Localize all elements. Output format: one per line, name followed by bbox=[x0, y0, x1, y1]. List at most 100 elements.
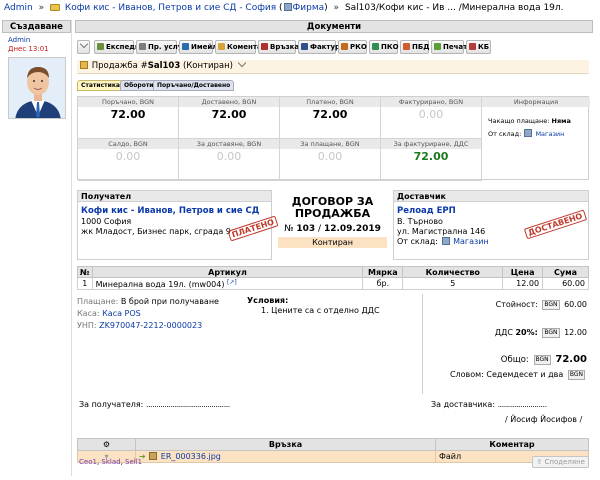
toolbar-button-bank[interactable]: ПБД bbox=[400, 40, 429, 54]
breadcrumb-document: Sal103/Кофи кис - Ив ... /Минерална вода… bbox=[344, 3, 564, 13]
toolbar-button-link[interactable]: Връзка bbox=[258, 40, 299, 54]
document-status: (Контиран) bbox=[182, 61, 233, 71]
pending-payment: Чакащо плащане: Няма bbox=[488, 117, 571, 125]
creation-column: Създаване Admin Днес 13:01 bbox=[2, 20, 72, 476]
breadcrumb-company-type-link[interactable]: Фирма bbox=[293, 3, 325, 13]
totals-panel: Стойност: BGN 60.00 ДДС 20%: BGN 12.00 О… bbox=[422, 294, 589, 394]
supplier-warehouse-link[interactable]: Магазин bbox=[453, 237, 489, 246]
conditions-title: Условия: bbox=[247, 296, 289, 305]
supplier-name-link[interactable]: Релоад ЕРП bbox=[397, 206, 588, 216]
condition-item: 1. Цените са с отделно ДДС bbox=[261, 306, 380, 315]
col-number: № bbox=[77, 266, 93, 278]
documents-header: Документи bbox=[75, 20, 593, 33]
truck-icon bbox=[97, 43, 104, 50]
documents-panel: Документи Експедиране Пр. услуги Имейл Коме… bbox=[75, 20, 593, 476]
info-warehouse-link[interactable]: Магазин bbox=[535, 130, 564, 138]
unp-link[interactable]: ZK970047-2212-0000023 bbox=[99, 321, 202, 330]
breadcrumb: Admin » Кофи кис - Иванов, Петров и сие … bbox=[4, 3, 564, 13]
breadcrumb-separator: » bbox=[38, 3, 45, 13]
stat-ordered: Поръчано, BGN 72.00 bbox=[78, 97, 179, 139]
supplier-warehouse: От склад: Магазин bbox=[397, 237, 489, 246]
company-icon bbox=[283, 3, 292, 11]
toolbar-button-truck[interactable]: Експедиране bbox=[94, 40, 159, 54]
breadcrumb-separator: » bbox=[333, 3, 340, 13]
share-button[interactable]: ⇪ Споделяне bbox=[532, 456, 589, 468]
contract-title-line2: ПРОДАЖБА bbox=[294, 207, 371, 220]
toolbar: Експедиране Пр. услуги Имейл Коментар Връзка… bbox=[75, 39, 593, 54]
col-comment: Коментар bbox=[435, 438, 589, 451]
toolbar-button-invoice[interactable]: Фактура bbox=[298, 40, 345, 54]
recipient-header: Получател bbox=[78, 191, 271, 202]
tab-statistics[interactable]: Статистика bbox=[77, 80, 124, 91]
statistics-grid: Поръчано, BGN 72.00 Доставено, BGN 72.00… bbox=[77, 96, 590, 181]
recipient-box: Получател Кофи кис - Иванов, Петров и си… bbox=[77, 190, 279, 260]
supplier-signature: За доставчика: ........................ bbox=[431, 400, 547, 409]
total-value-row: Стойност: BGN 60.00 bbox=[495, 300, 587, 310]
total-words-row: Словом: Седемдесет и два BGN bbox=[449, 370, 585, 380]
col-link: Връзка bbox=[135, 438, 436, 451]
item-sum: 60.00 bbox=[542, 277, 589, 290]
total-sum-row: Общо: BGN 72.00 bbox=[500, 354, 587, 365]
email-icon bbox=[182, 43, 189, 50]
supplier-header: Доставчик bbox=[394, 191, 588, 202]
items-header-row: № Артикул Мярка Количество Цена Сума bbox=[77, 266, 589, 278]
item-price: 12.00 bbox=[502, 277, 544, 290]
tab-turnover[interactable]: Обороти bbox=[120, 80, 158, 91]
receiver-signature: За получателя: .........................… bbox=[79, 400, 230, 409]
col-sum: Сума bbox=[542, 266, 589, 278]
item-number: 1 bbox=[77, 277, 93, 290]
toolbar-button-cashbox[interactable]: КБ bbox=[466, 40, 491, 54]
col-unit[interactable]: Мярка bbox=[362, 266, 404, 278]
breadcrumb-company-link[interactable]: Кофи кис - Иванов, Петров и сие СД - Соф… bbox=[65, 3, 276, 13]
info-panel: Информация Чакащо плащане: Няма От склад… bbox=[482, 97, 590, 181]
footer-link-ceo[interactable]: Ceo1 bbox=[79, 458, 97, 466]
toolbar-button-comment[interactable]: Коментар bbox=[215, 40, 267, 54]
contract-box: ДОГОВОР ЗА ПРОДАЖБА № 103 / 12.09.2019 К… bbox=[272, 190, 393, 260]
attachments-settings-col[interactable]: ⚙ bbox=[77, 438, 136, 451]
bank-icon bbox=[403, 43, 410, 50]
toolbar-button-print[interactable]: Печат bbox=[431, 40, 467, 54]
invoice-icon bbox=[301, 43, 308, 50]
table-row: ▾ ➔ ER_000336.jpg Файл bbox=[77, 450, 589, 463]
share-icon: ⇪ bbox=[536, 458, 543, 466]
breadcrumb-user-link[interactable]: Admin bbox=[4, 3, 33, 13]
print-icon bbox=[434, 43, 441, 50]
footer-links: Ceo1, Sklad, Sell1 bbox=[79, 458, 143, 466]
toolbar-menu-button[interactable] bbox=[77, 39, 90, 54]
attachment-file-link[interactable]: ER_000336.jpg bbox=[161, 452, 221, 461]
author-link[interactable]: Admin bbox=[8, 36, 71, 44]
stat-to-deliver: За доставяне, BGN 0.00 bbox=[179, 139, 280, 181]
col-article[interactable]: Артикул bbox=[91, 266, 364, 278]
folder-icon bbox=[49, 4, 60, 11]
footer-link-sklad[interactable]: Sklad bbox=[101, 458, 120, 466]
col-price: Цена bbox=[502, 266, 544, 278]
item-unit: бр. bbox=[362, 277, 404, 290]
payment-unp: УНП: ZK970047-2212-0000023 bbox=[77, 321, 203, 330]
toolbar-button-email[interactable]: Имейл bbox=[179, 40, 217, 54]
table-row: 1 Минерална вода 19л. (mw004) [↗] бр. 5 … bbox=[77, 277, 589, 290]
payment-info: Плащане: В брой при получаване Каса: Кас… bbox=[77, 296, 219, 332]
link-icon bbox=[261, 43, 268, 50]
toolbar-button-cash-in[interactable]: ПКО bbox=[369, 40, 399, 54]
attachment-file: ➔ ER_000336.jpg bbox=[135, 450, 436, 463]
recipient-name-link[interactable]: Кофи кис - Иванов, Петров и сие СД bbox=[81, 206, 271, 216]
payment-method: Плащане: В брой при получаване bbox=[77, 297, 219, 306]
cash-link[interactable]: Каса POS bbox=[102, 309, 141, 318]
toolbar-button-services[interactable]: Пр. услуги bbox=[136, 40, 191, 54]
external-link-icon[interactable]: [↗] bbox=[227, 279, 237, 286]
stat-delivered: Доставено, BGN 72.00 bbox=[179, 97, 280, 139]
stat-to-invoice: За фактуриране, ДДС 72.00 bbox=[381, 139, 482, 181]
stat-balance: Салдо, BGN 0.00 bbox=[78, 139, 179, 181]
info-warehouse: От склад: Магазин bbox=[488, 129, 565, 138]
created-time: Днес 13:01 bbox=[8, 45, 49, 53]
gear-icon: ⚙ bbox=[102, 440, 111, 449]
footer-link-sell[interactable]: Sell1 bbox=[125, 458, 142, 466]
col-quantity: Количество bbox=[402, 266, 504, 278]
chevron-down-icon[interactable] bbox=[237, 58, 246, 68]
cash-in-icon bbox=[372, 43, 379, 50]
tab-ordered-delivered[interactable]: Поръчано/Доставено bbox=[153, 80, 235, 91]
toolbar-button-cash-out[interactable]: РКО bbox=[338, 40, 367, 54]
payment-cash: Каса: Каса POS bbox=[77, 309, 141, 318]
stat-invoiced: Фактурирано, BGN 0.00 bbox=[381, 97, 482, 139]
stat-paid: Платено, BGN 72.00 bbox=[280, 97, 381, 139]
